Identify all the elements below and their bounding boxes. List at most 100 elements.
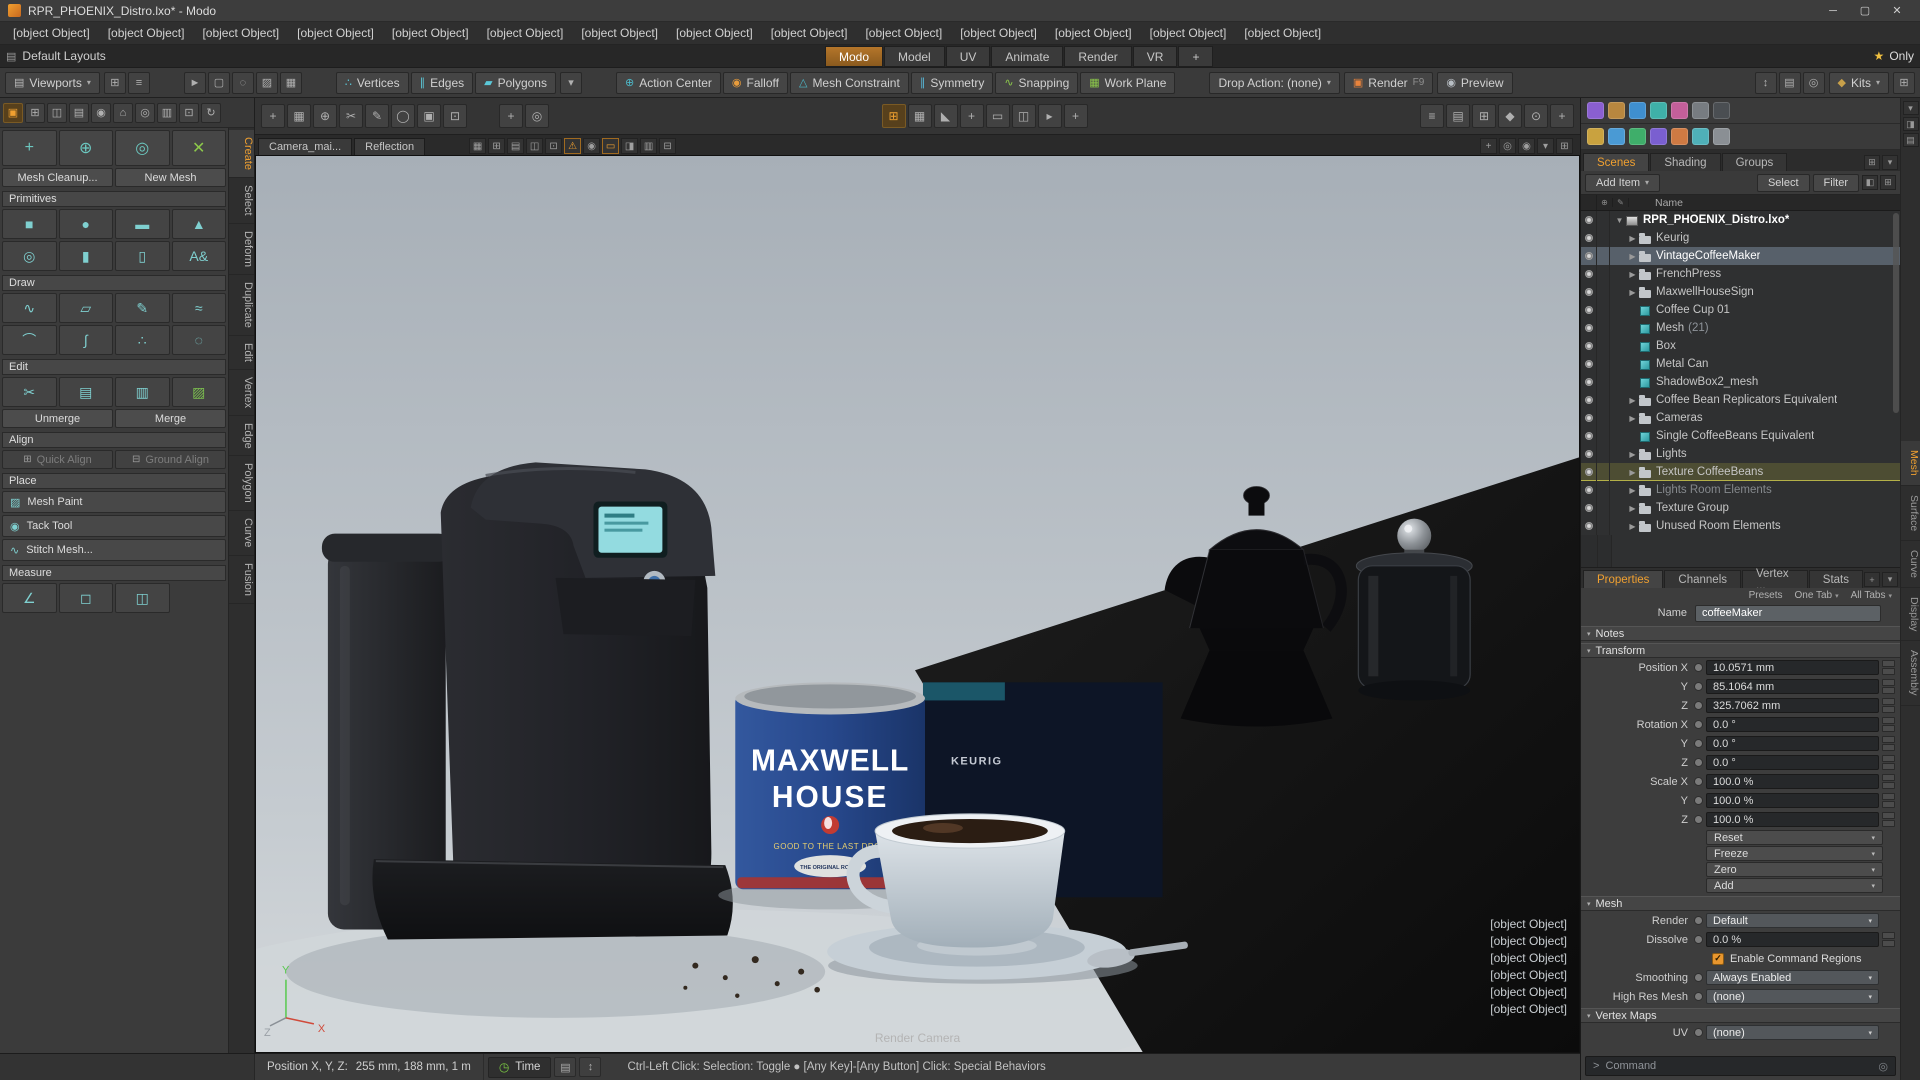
mesh-section-header[interactable]: ▾ Mesh (1581, 896, 1900, 911)
radial-icon[interactable]: ◯ (391, 104, 415, 128)
visibility-toggle[interactable] (1581, 247, 1597, 265)
mirror-icon[interactable]: ◫ (47, 103, 67, 123)
channel-state-toggle[interactable] (1694, 701, 1703, 710)
align-button[interactable]: ⊟ Ground Align (115, 450, 226, 469)
item-name-input[interactable]: coffeeMaker (1695, 605, 1881, 622)
visibility-toggle[interactable] (1581, 373, 1597, 391)
collapse-icon[interactable]: ⊟ (659, 138, 676, 154)
expand-arrow-icon[interactable]: ▶ (1626, 396, 1639, 405)
preset-sky-icon[interactable] (1608, 128, 1625, 145)
visibility-toggle[interactable] (1581, 481, 1597, 499)
tree-item-row[interactable]: ▶ Texture Group (1581, 499, 1900, 517)
layout-list-icon[interactable]: ▤ (1779, 72, 1801, 94)
tree-item-row[interactable]: Metal Can (1581, 355, 1900, 373)
component-mode-button[interactable]: ▰ Polygons (475, 72, 556, 94)
mode-button[interactable]: ∥ Symmetry (911, 72, 994, 94)
zoom-icon[interactable]: ◎ (1499, 138, 1516, 154)
edit-column-icon[interactable]: ✎ (1613, 198, 1629, 207)
expand-arrow-icon[interactable]: ▶ (1626, 450, 1639, 459)
cursor-select-icon[interactable]: ► (184, 72, 206, 94)
menu-item[interactable]: [object Object] (1235, 23, 1330, 43)
form-category-tab[interactable]: Curve (1901, 541, 1920, 588)
transform-action-button[interactable]: Freeze ▾ (1706, 846, 1883, 861)
film-gate-icon[interactable]: ▭ (602, 138, 619, 154)
layout-tab[interactable]: + (1178, 46, 1213, 67)
paste-icon[interactable]: ▥ (115, 377, 170, 407)
expand-arrow-icon[interactable]: ▶ (1626, 522, 1639, 531)
property-value-field[interactable]: ✓ Default ▾ (1706, 913, 1879, 928)
cut-icon[interactable]: ✂ (2, 377, 57, 407)
transform-action-button[interactable]: Zero ▾ (1706, 862, 1883, 877)
layout-tab[interactable]: Render (1064, 46, 1131, 67)
tree-item-row[interactable]: ▶ Cameras (1581, 409, 1900, 427)
pen-icon[interactable]: ✎ (115, 293, 170, 323)
wireframe-toggle-icon[interactable]: ▦ (469, 138, 486, 154)
visibility-toggle[interactable] (1581, 391, 1597, 409)
align-button[interactable]: ⊞ Quick Align (2, 450, 113, 469)
resize-icon[interactable]: ↕ (579, 1057, 601, 1077)
cone-icon[interactable]: ▲ (172, 209, 227, 239)
channel-state-toggle[interactable] (1694, 682, 1703, 691)
lasso-draw-icon[interactable]: ◌ (172, 325, 227, 355)
slice-plane-icon[interactable]: ▭ (986, 104, 1010, 128)
visibility-toggle[interactable] (1581, 427, 1597, 445)
add-tab-icon[interactable]: + (1864, 572, 1880, 587)
menu-item[interactable]: [object Object] (667, 23, 762, 43)
channel-state-toggle[interactable] (1694, 992, 1703, 1001)
visibility-toggle[interactable] (1581, 499, 1597, 517)
channel-state-toggle[interactable] (1694, 916, 1703, 925)
extrude-icon[interactable]: + (960, 104, 984, 128)
grid-toggle-icon[interactable]: ⊞ (488, 138, 505, 154)
command-input[interactable]: > Command ◎ (1585, 1056, 1896, 1076)
list-view-icon[interactable]: ≡ (1420, 104, 1444, 128)
edit-section-header[interactable]: Edit (2, 359, 226, 375)
channel-state-toggle[interactable] (1694, 777, 1703, 786)
add-item-button[interactable]: Add Item ▾ (1585, 174, 1660, 192)
move-tool-icon[interactable]: + (261, 104, 285, 128)
tree-item-row[interactable]: ShadowBox2_mesh (1581, 373, 1900, 391)
channel-state-toggle[interactable] (1694, 758, 1703, 767)
center-view-icon[interactable]: ⊡ (545, 138, 562, 154)
refresh-icon[interactable]: ↻ (201, 103, 221, 123)
target-icon[interactable]: ◉ (91, 103, 111, 123)
place-tool-row[interactable]: ▨ Mesh Paint (2, 491, 226, 513)
measure-section-header[interactable]: Measure (2, 565, 226, 581)
bevel-icon[interactable]: ◣ (934, 104, 958, 128)
value-spinner[interactable] (1882, 793, 1895, 808)
preset-gray-icon[interactable] (1692, 102, 1709, 119)
value-spinner[interactable] (1882, 698, 1895, 713)
preset-teal-icon[interactable] (1650, 102, 1667, 119)
property-value-field[interactable]: ✓ 85.1064 mm ▾ (1706, 679, 1879, 694)
matcap-icon[interactable]: ◨ (621, 138, 638, 154)
center-icon[interactable]: ⊡ (179, 103, 199, 123)
align-section-header[interactable]: Align (2, 432, 226, 448)
preset-blue-icon[interactable] (1629, 102, 1646, 119)
strip-menu-icon[interactable]: ▾ (1903, 101, 1919, 115)
properties-tab[interactable]: Stats (1809, 570, 1863, 588)
scene-panel-tab[interactable]: Groups (1722, 153, 1788, 171)
preset-cyan-icon[interactable] (1692, 128, 1709, 145)
viewport-3d-canvas[interactable]: KEURIG (255, 155, 1580, 1053)
visibility-toggle[interactable] (1581, 463, 1597, 481)
toolbox-button[interactable]: Mesh Cleanup... (2, 168, 113, 187)
dimension-icon[interactable]: ◫ (115, 583, 170, 613)
tree-item-row[interactable]: ▶ Lights Room Elements (1581, 481, 1900, 499)
sketch-icon[interactable]: ≈ (172, 293, 227, 323)
scene-panel-tab[interactable]: Scenes (1583, 153, 1649, 171)
draw-section-header[interactable]: Draw (2, 275, 226, 291)
toolbox-tab[interactable]: Polygon (229, 456, 254, 511)
search-tool-icon[interactable]: ◎ (525, 104, 549, 128)
menu-item[interactable]: [object Object] (572, 23, 667, 43)
shade-mode-icon[interactable]: ▤ (507, 138, 524, 154)
property-value-field[interactable]: ✓ 100.0 % ▾ (1706, 793, 1879, 808)
ruler-icon[interactable]: ∠ (2, 583, 57, 613)
detail-view-icon[interactable]: ▤ (1446, 104, 1470, 128)
form-category-tab[interactable]: Mesh (1901, 441, 1920, 486)
grid-snap-icon[interactable]: ▦ (287, 104, 311, 128)
only-toggle[interactable]: ★ Only (1874, 49, 1914, 63)
layout-tab[interactable]: Modo (825, 46, 883, 67)
paint-icon[interactable]: ▨ (172, 377, 227, 407)
menu-item[interactable]: [object Object] (1141, 23, 1236, 43)
tree-item-row[interactable]: Coffee Cup 01 (1581, 301, 1900, 319)
expand-arrow-icon[interactable]: ▶ (1626, 414, 1639, 423)
